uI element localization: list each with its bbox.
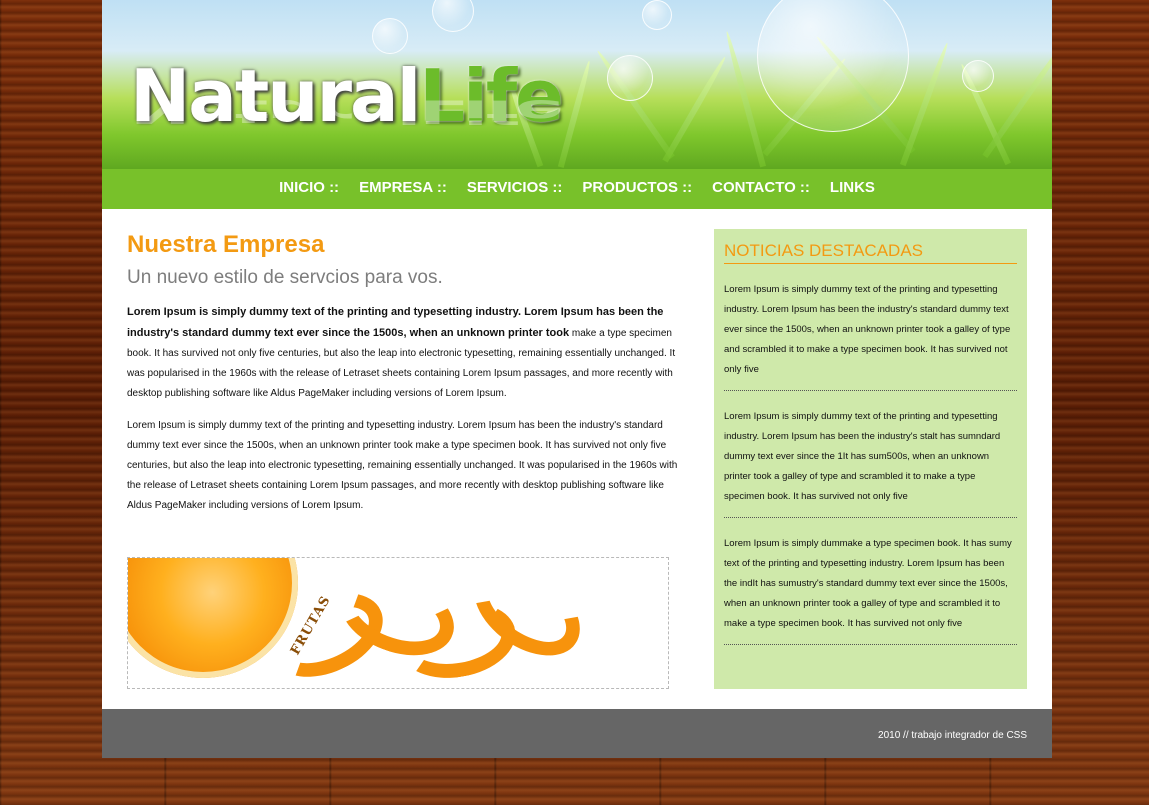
footer-text: 2010 // trabajo integrador de CSS (878, 730, 1027, 741)
bubble-decoration (372, 18, 408, 54)
sidebar-title: NOTICIAS DESTACADAS (724, 241, 1017, 264)
page-footer: 2010 // trabajo integrador de CSS (102, 709, 1052, 758)
nav-item-inicio[interactable]: INICIO :: (269, 169, 349, 207)
nav-item-servicios[interactable]: SERVICIOS :: (457, 169, 573, 207)
grass-decoration (662, 55, 728, 163)
bubble-decoration (757, 0, 909, 132)
bubble-decoration (432, 0, 474, 32)
logo-reflection-life: Life (419, 92, 563, 131)
oranges-image: FRUTAS (127, 557, 669, 689)
news-sidebar: NOTICIAS DESTACADAS Lorem Ipsum is simpl… (714, 229, 1027, 689)
nav-item-productos[interactable]: PRODUCTOS :: (572, 169, 702, 207)
page-subtitle: Un nuevo estilo de servcios para vos. (127, 267, 443, 288)
grass-decoration (557, 60, 593, 168)
logo-reflection-natural: Natural (130, 92, 420, 131)
page-title: Nuestra Empresa (127, 231, 325, 258)
bubble-decoration (607, 55, 653, 101)
nav-item-links[interactable]: LINKS (820, 169, 885, 207)
orange-half-graphic (128, 558, 298, 678)
header-banner: NaturalLife NaturalLife (102, 0, 1052, 169)
main-navigation: INICIO :: EMPRESA :: SERVICIOS :: PRODUC… (102, 169, 1052, 209)
body-paragraph: Lorem Ipsum is simply dummy text of the … (127, 420, 678, 511)
nav-item-contacto[interactable]: CONTACTO :: (702, 169, 820, 207)
bubble-decoration (962, 60, 994, 92)
news-item: Lorem Ipsum is simply dummy text of the … (724, 264, 1017, 391)
bubble-decoration (642, 0, 672, 30)
page-container: NaturalLife NaturalLife INICIO :: EMPRES… (102, 0, 1052, 758)
news-item: Lorem Ipsum is simply dummy text of the … (724, 391, 1017, 518)
main-content: Nuestra Empresa Un nuevo estilo de servc… (127, 230, 682, 528)
intro-paragraph: Lorem Ipsum is simply dummy text of the … (127, 302, 682, 404)
grass-decoration (982, 39, 1052, 159)
news-item: Lorem Ipsum is simply dummake a type spe… (724, 518, 1017, 645)
nav-item-empresa[interactable]: EMPRESA :: (349, 169, 457, 207)
logo-reflection: NaturalLife (130, 92, 563, 131)
